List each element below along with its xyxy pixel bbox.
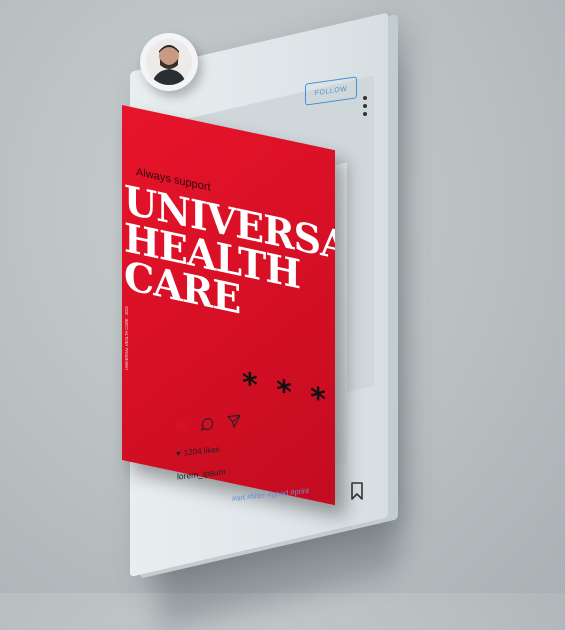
- heart-icon[interactable]: [174, 418, 190, 436]
- comment-icon[interactable]: [200, 415, 216, 433]
- poster-asterisks: * * *: [242, 365, 330, 420]
- poster-title: UNIVERSAL HEALTH CARE: [124, 175, 335, 348]
- scene: FOLLOW Always support UNIVERSAL HEALTH C…: [0, 0, 565, 630]
- poster-edge: [333, 162, 347, 466]
- avatar-photo: [146, 39, 192, 85]
- bookmark-icon[interactable]: [350, 482, 364, 500]
- more-vertical-icon[interactable]: [362, 96, 368, 116]
- avatar[interactable]: [140, 33, 198, 91]
- post-image-poster: Always support UNIVERSAL HEALTH CARE UNI…: [122, 105, 335, 506]
- send-icon[interactable]: [226, 412, 242, 430]
- poster-side-text: UNIVERSAL HEALTH CARE · 2021: [124, 305, 129, 371]
- small-heart-icon: ♥: [176, 448, 181, 459]
